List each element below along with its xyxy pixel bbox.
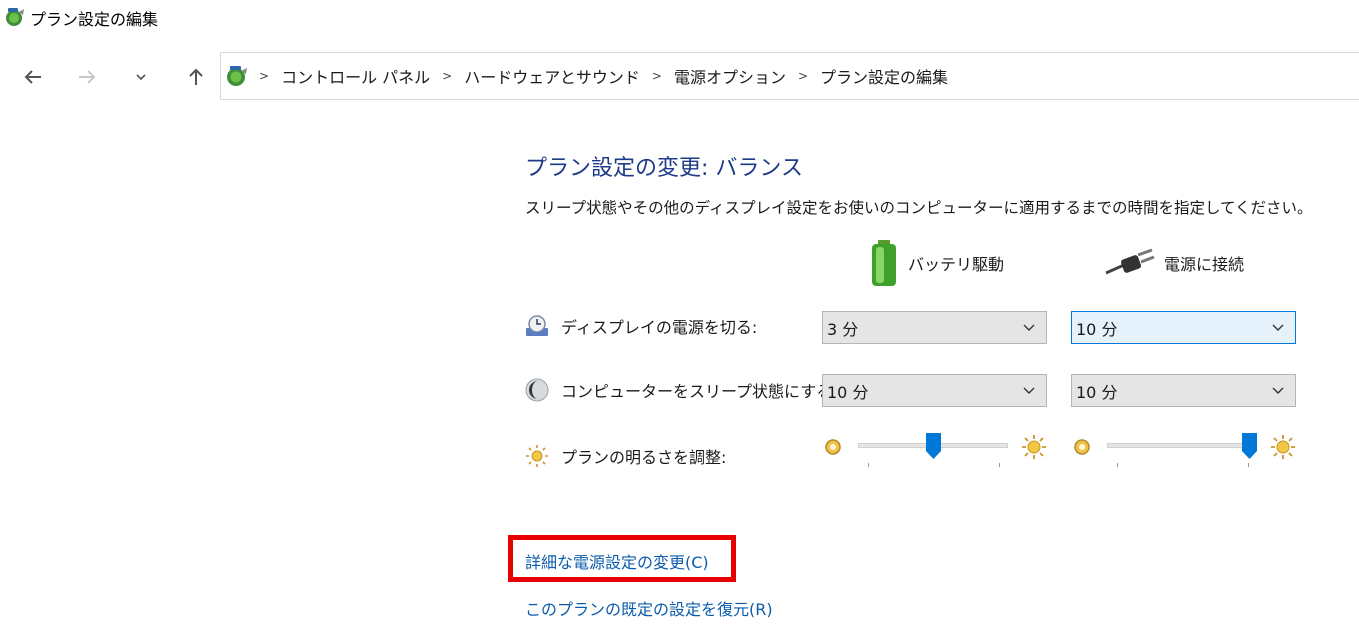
power-plug-icon	[1105, 248, 1155, 275]
brightness-low-icon	[1074, 439, 1090, 455]
brightness-battery-slider[interactable]	[822, 433, 1047, 473]
display-off-plugged-select[interactable]: 10 分	[1071, 311, 1296, 344]
sleep-battery-value: 10 分	[827, 382, 869, 402]
slider-thumb[interactable]	[925, 433, 941, 459]
display-off-plugged-value: 10 分	[1076, 319, 1118, 339]
row-display-off: ディスプレイの電源を切る:	[525, 314, 757, 338]
breadcrumb-separator[interactable]: >	[798, 69, 808, 83]
slider-tick	[1117, 463, 1118, 467]
slider-tick	[999, 463, 1000, 467]
moon-icon	[525, 378, 549, 402]
restore-defaults-link[interactable]: このプランの既定の設定を復元(R)	[525, 596, 773, 620]
chevron-down-icon	[136, 74, 146, 81]
slider-thumb[interactable]	[1242, 433, 1257, 459]
brightness-high-icon	[1022, 435, 1046, 459]
sleep-label: コンピューターをスリープ状態にする:	[561, 382, 838, 401]
breadcrumb: > コントロール パネル > ハードウェアとサウンド > 電源オプション > プ…	[257, 53, 948, 99]
chevron-down-icon	[1023, 324, 1035, 331]
breadcrumb-separator[interactable]: >	[652, 69, 662, 83]
display-off-battery-value: 3 分	[827, 319, 859, 339]
breadcrumb-item-control-panel[interactable]: コントロール パネル	[281, 64, 430, 88]
arrow-left-icon	[24, 70, 41, 84]
breadcrumb-item-power-options[interactable]: 電源オプション	[674, 64, 786, 88]
sleep-battery-select[interactable]: 10 分	[822, 374, 1047, 407]
breadcrumb-separator: >	[259, 69, 270, 83]
page-description: スリープ状態やその他のディスプレイ設定をお使いのコンピューターに適用するまでの時…	[525, 199, 1313, 217]
column-label-battery: バッテリ駆動	[908, 255, 1005, 274]
power-options-app-icon	[227, 66, 247, 86]
brightness-label: プランの明るさを調整:	[561, 448, 727, 467]
arrow-up-icon	[189, 68, 203, 85]
brightness-low-icon	[825, 439, 841, 455]
sun-icon	[526, 445, 548, 467]
column-header-plugged: 電源に接続	[1104, 238, 1244, 288]
window-title: プラン設定の編集	[30, 10, 159, 29]
slider-tick	[868, 463, 869, 467]
back-button[interactable]	[18, 62, 48, 92]
slider-track[interactable]	[1107, 443, 1257, 448]
chevron-down-icon	[1023, 387, 1035, 394]
row-brightness: プランの明るさを調整:	[525, 444, 726, 468]
annotation-highlight-box	[508, 535, 736, 582]
brightness-high-icon	[1271, 435, 1295, 459]
display-off-label: ディスプレイの電源を切る:	[561, 318, 758, 337]
chevron-down-icon	[1272, 324, 1284, 331]
display-off-battery-select[interactable]: 3 分	[822, 311, 1047, 344]
page-title: プラン設定の変更: バランス	[525, 156, 803, 181]
breadcrumb-item-edit-plan[interactable]: プラン設定の編集	[820, 64, 948, 88]
breadcrumb-item-hardware-sound[interactable]: ハードウェアとサウンド	[464, 64, 640, 88]
display-clock-icon	[526, 315, 548, 336]
title-bar: プラン設定の編集	[0, 0, 1359, 34]
breadcrumb-separator[interactable]: >	[442, 69, 452, 83]
arrow-right-icon	[79, 70, 96, 84]
column-header-battery: バッテリ駆動	[868, 238, 1004, 288]
recent-locations-button[interactable]	[126, 62, 156, 92]
chevron-down-icon	[1272, 387, 1284, 394]
address-bar[interactable]: > コントロール パネル > ハードウェアとサウンド > 電源オプション > プ…	[220, 52, 1359, 100]
sleep-plugged-select[interactable]: 10 分	[1071, 374, 1296, 407]
power-plan-edit-window: プラン設定の編集 > コントロール パネル > ハードウェアとサウンド > 電源…	[0, 0, 1359, 641]
slider-tick	[1248, 463, 1249, 467]
sleep-plugged-value: 10 分	[1076, 382, 1118, 402]
battery-icon	[872, 240, 896, 286]
column-label-plugged: 電源に接続	[1164, 255, 1245, 274]
up-button[interactable]	[181, 62, 211, 92]
brightness-plugged-slider[interactable]	[1071, 433, 1296, 473]
power-options-app-icon	[6, 8, 24, 26]
row-sleep: コンピューターをスリープ状態にする:	[525, 378, 838, 402]
forward-button[interactable]	[72, 62, 102, 92]
